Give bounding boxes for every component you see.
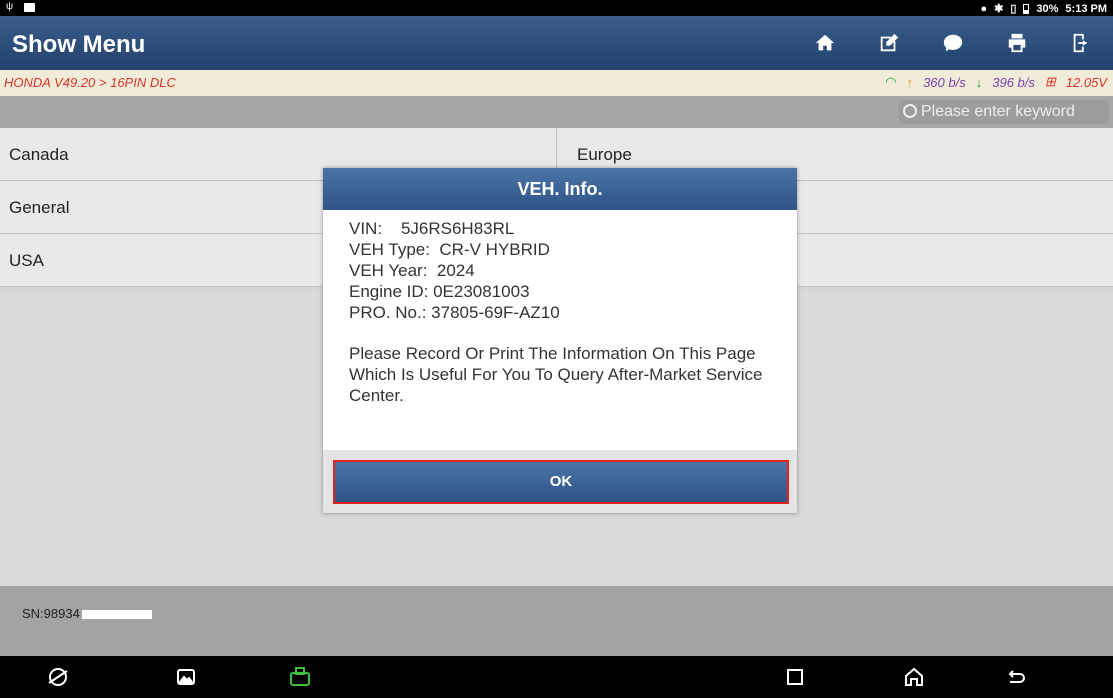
search-bar: Please enter keyword [0,96,1113,128]
recent-apps-icon[interactable] [783,665,807,689]
vci-icon[interactable] [288,665,312,689]
engine-id-line: Engine ID: 0E23081003 [349,282,530,301]
exit-button[interactable] [1049,16,1113,70]
location-icon: ● [980,2,988,15]
vehicle-year-line: VEH Year: 2024 [349,261,475,280]
download-arrow-icon: ↓ [975,74,983,90]
navigation-bar [0,656,1113,698]
browser-icon[interactable] [46,665,70,689]
edit-button[interactable] [857,16,921,70]
footer: SN:98934 [0,586,1113,656]
edit-icon [880,33,899,52]
ok-button[interactable]: OK [333,460,789,504]
vibrate-icon: ▯ [1010,3,1017,15]
toolbar [793,16,1113,70]
home-nav-icon[interactable] [902,665,926,689]
breadcrumb-bar: HONDA V49.20 > 16PIN DLC ◠ ↑ 360 b/s ↓ 3… [0,70,1113,96]
breadcrumb: HONDA V49.20 > 16PIN DLC [4,75,176,90]
message-button[interactable] [921,16,985,70]
battery-voltage-icon: ⊞ [1044,74,1056,89]
download-rate: 396 b/s [992,74,1035,90]
program-number-line: PRO. No.: 37805-69F-AZ10 [349,303,560,322]
image-notification-icon [24,2,35,12]
dialog-message: Please Record Or Print The Information O… [349,344,763,405]
upload-rate: 360 b/s [923,74,966,90]
serial-number-label: SN:98934 [22,606,80,621]
print-button[interactable] [985,16,1049,70]
exit-icon [1073,33,1088,53]
serial-number: SN:98934 [22,606,152,621]
home-icon [815,34,835,51]
battery-icon [1023,3,1030,14]
upload-arrow-icon: ↑ [906,74,914,90]
vehicle-type-line: VEH Type: CR-V HYBRID [349,240,550,259]
dialog-body: VIN: 5J6RS6H83RL VEH Type: CR-V HYBRID V… [323,210,797,406]
search-input[interactable]: Please enter keyword [899,100,1109,124]
wifi-icon: ◠ [885,74,897,89]
status-bar: ψ ● ✱ ▯ 30% 5:13 PM [0,0,1113,16]
voltage-value: 12.05V [1065,74,1107,90]
vehicle-info-dialog: VEH. Info. VIN: 5J6RS6H83RL VEH Type: CR… [323,168,797,513]
home-button[interactable] [793,16,857,70]
dialog-footer: OK [323,450,797,513]
serial-number-redaction [81,610,152,620]
search-icon [903,104,917,118]
printer-icon [1008,33,1026,53]
back-icon[interactable] [1004,665,1028,689]
vin-line: VIN: 5J6RS6H83RL [349,219,515,238]
bluetooth-icon: ✱ [994,3,1004,15]
page-title: Show Menu [12,31,146,58]
title-bar: Show Menu [0,16,1113,70]
search-placeholder: Please enter keyword [921,103,1075,120]
gallery-icon[interactable] [174,665,198,689]
dialog-title: VEH. Info. [323,168,797,210]
clock: 5:13 PM [1065,2,1107,15]
chat-icon [943,34,963,52]
battery-level: 30% [1036,2,1059,15]
connection-stats: ◠ ↑ 360 b/s ↓ 396 b/s ⊞ 12.05V [885,74,1107,90]
usb-icon: ψ [6,1,14,12]
